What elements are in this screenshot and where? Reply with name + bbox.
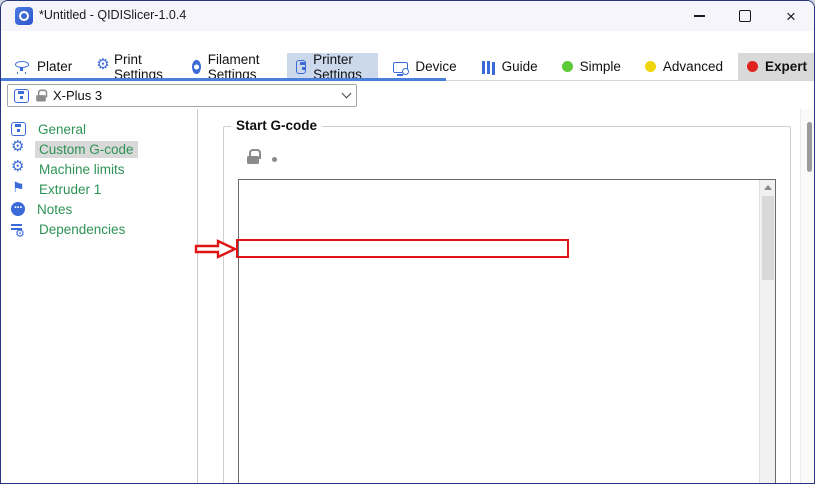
gcode-line <box>242 426 758 438</box>
tabbar: Plater Print Settings Filament Settings … <box>1 53 815 81</box>
sidebar-item-custom-g-code[interactable]: Custom G-code <box>1 139 197 159</box>
group-title: Start G-code <box>231 118 322 133</box>
toolbar-icon[interactable] <box>529 85 545 101</box>
tab-expert[interactable]: Expert <box>738 53 815 80</box>
tab-guide[interactable]: Guide <box>472 53 547 80</box>
close-icon[interactable] <box>768 1 814 31</box>
gcode-line <box>242 450 758 462</box>
tab-advanced[interactable]: Advanced <box>636 53 732 80</box>
notes-icon <box>11 202 25 216</box>
toolbar-icon[interactable] <box>558 85 574 101</box>
flag-icon <box>11 181 27 197</box>
gear-icon <box>96 59 107 75</box>
gcode-line <box>242 462 758 474</box>
gcode-line <box>242 231 758 243</box>
titlebar: *Untitled - QIDISlicer-1.0.4 <box>1 1 815 31</box>
sidebar-item-machine-limits[interactable]: Machine limits <box>1 159 197 179</box>
gcode-line <box>242 219 758 231</box>
tab-print-settings[interactable]: Print Settings <box>87 53 177 80</box>
mode-dot-icon <box>747 61 758 72</box>
toolbar-icon[interactable] <box>394 84 410 100</box>
sidebar-item-extruder-1[interactable]: Extruder 1 <box>1 179 197 199</box>
gcode-line <box>242 401 758 413</box>
sidebar-item-notes[interactable]: Notes <box>1 199 197 219</box>
gcode-line <box>242 475 758 484</box>
tab-simple[interactable]: Simple <box>553 53 630 80</box>
printer-preset-select[interactable]: X-Plus 3 <box>7 84 357 107</box>
gcode-line <box>242 438 758 450</box>
gcode-line <box>242 255 758 267</box>
gcode-line <box>242 353 758 365</box>
gcode-line <box>242 304 758 316</box>
start-gcode-textarea[interactable] <box>238 179 776 484</box>
preset-value: X-Plus 3 <box>53 88 337 103</box>
dependencies-icon <box>11 222 27 236</box>
plater-icon <box>14 59 30 74</box>
device-icon <box>393 62 408 73</box>
gcode-line <box>242 389 758 401</box>
toolbar-icon[interactable] <box>1 81 17 97</box>
sidebar-item-general[interactable]: General <box>1 119 197 139</box>
preset-toolbar-row: X-Plus 3 <box>1 81 815 109</box>
app-logo-icon <box>15 7 33 25</box>
gear-icon <box>11 141 27 157</box>
dot-icon <box>272 157 277 162</box>
gcode-line <box>242 182 758 194</box>
scroll-up-arrow-icon[interactable] <box>764 185 772 190</box>
gcode-line <box>242 206 758 218</box>
toolbar-icon[interactable] <box>465 86 481 102</box>
tab-printer-settings[interactable]: Printer Settings <box>287 53 378 80</box>
app-window: *Untitled - QIDISlicer-1.0.4 Plater Prin… <box>0 0 815 484</box>
lock-icon <box>36 90 46 102</box>
tab-plater[interactable]: Plater <box>5 53 81 80</box>
gcode-line <box>242 316 758 328</box>
page-scrollbar-thumb[interactable] <box>807 122 812 172</box>
printer-icon <box>11 122 26 136</box>
gcode-line <box>242 340 758 352</box>
minimize-icon[interactable] <box>676 1 722 31</box>
gcode-text <box>242 182 758 484</box>
filament-icon <box>192 60 201 74</box>
gcode-line <box>242 267 758 279</box>
mode-dot-icon <box>562 61 573 72</box>
page-scrollbar[interactable] <box>800 109 815 484</box>
printer-icon <box>296 60 306 74</box>
toolbar-icon[interactable] <box>489 92 505 108</box>
gcode-line <box>242 280 758 292</box>
chevron-down-icon <box>342 89 352 99</box>
gcode-line <box>242 328 758 340</box>
lock-icon[interactable] <box>247 149 259 164</box>
gcode-line <box>242 365 758 377</box>
gcode-line <box>242 414 758 426</box>
mode-dot-icon <box>645 61 656 72</box>
gcode-line <box>242 243 758 255</box>
textarea-scrollbar[interactable] <box>759 180 775 484</box>
tab-device[interactable]: Device <box>384 53 465 80</box>
gcode-line <box>242 194 758 206</box>
maximize-icon[interactable] <box>722 1 768 31</box>
settings-page-list: General Custom G-code Machine limits Ext… <box>1 109 198 484</box>
gear-icon <box>11 161 27 177</box>
guide-icon <box>481 60 495 74</box>
menubar <box>1 31 815 53</box>
tab-filament-settings[interactable]: Filament Settings <box>183 53 281 80</box>
window-title: *Untitled - QIDISlicer-1.0.4 <box>39 8 186 22</box>
gcode-line <box>242 377 758 389</box>
sidebar-item-dependencies[interactable]: Dependencies <box>1 219 197 239</box>
textarea-scrollbar-thumb[interactable] <box>762 196 774 280</box>
gcode-line <box>242 292 758 304</box>
toolbar-icon[interactable] <box>423 85 439 101</box>
